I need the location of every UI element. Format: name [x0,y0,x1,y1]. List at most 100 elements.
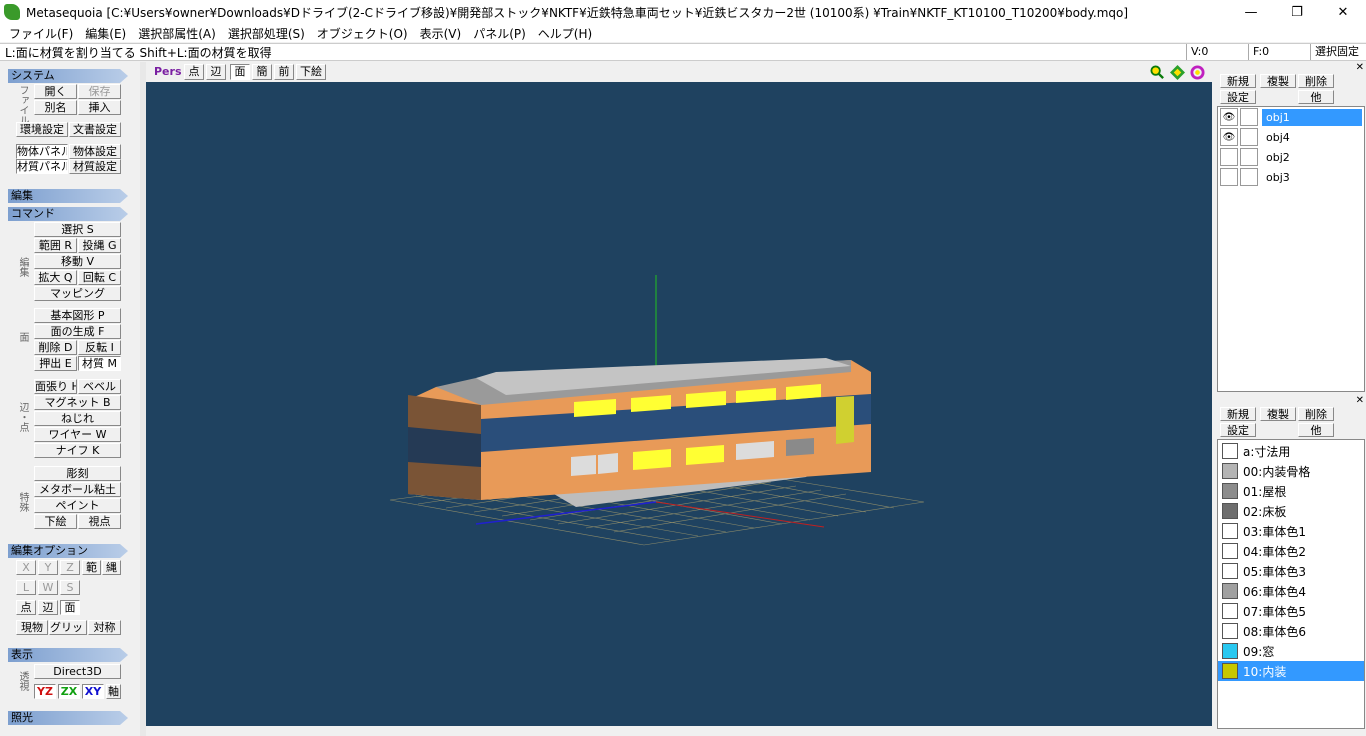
object-copy-button[interactable]: 複製 [1260,74,1296,88]
visibility-checkbox[interactable] [1220,168,1238,186]
open-button[interactable]: 開く [34,84,77,99]
view-zx-button[interactable]: ZX [58,684,80,699]
save-button[interactable]: 保存 [78,84,121,99]
menu-selection-proc[interactable]: 選択部処理(S) [222,25,311,42]
delete-tool-button[interactable]: 削除 D [34,340,77,355]
env-settings-button[interactable]: 環境設定 [16,122,68,137]
menu-selection-attr[interactable]: 選択部属性(A) [132,25,222,42]
axis-button[interactable]: 軸 [106,684,121,699]
view-yz-button[interactable]: YZ [34,684,56,699]
paint-tool-button[interactable]: ペイント [34,498,121,513]
object-panel-close-icon[interactable]: ✕ [1356,62,1364,73]
flip-tool-button[interactable]: 反転 I [78,340,121,355]
edit-options-header[interactable]: 編集オプション [8,544,128,558]
material-new-button[interactable]: 新規 [1220,407,1256,421]
close-button[interactable]: ✕ [1320,0,1366,24]
option-face-button[interactable]: 面 [60,600,80,615]
material-delete-button[interactable]: 削除 [1298,407,1334,421]
lock-icon[interactable] [1240,168,1258,186]
material-other-button[interactable]: 他 [1298,423,1334,437]
material-panel-close-icon[interactable]: ✕ [1356,395,1364,406]
lock-y-button[interactable]: Y [38,560,58,575]
menu-edit[interactable]: 編集(E) [79,25,132,42]
display-simple-button[interactable]: 簡 [252,64,272,80]
viewpoint-tool-button[interactable]: 視点 [78,514,121,529]
option-grid-button[interactable]: グリッド [49,620,87,635]
primitive-tool-button[interactable]: 基本図形 P [34,308,121,323]
system-header[interactable]: システム [8,69,128,83]
edit-header[interactable]: 編集 [8,189,128,203]
object-other-button[interactable]: 他 [1298,90,1334,104]
select-tool-button[interactable]: 選択 S [34,222,121,237]
option-symmetry-button[interactable]: 対称 [88,620,121,635]
display-edge-button[interactable]: 辺 [206,64,226,80]
perspective-mode-label[interactable]: Pers [154,65,182,78]
magnet-tool-button[interactable]: マグネット B [34,395,121,410]
display-point-button[interactable]: 点 [184,64,204,80]
display-underlay-button[interactable]: 下絵 [296,64,326,80]
object-settings-button[interactable]: 物体設定 [69,144,121,159]
underlay-tool-button[interactable]: 下絵 [34,514,77,529]
twist-tool-button[interactable]: ねじれ [34,411,121,426]
option-edge-button[interactable]: 辺 [38,600,58,615]
direct3d-button[interactable]: Direct3D [34,664,121,679]
material-row[interactable]: 10:内装 [1218,661,1364,681]
minimize-button[interactable]: — [1228,0,1274,24]
scene-canvas[interactable] [146,82,1212,726]
mapping-tool-button[interactable]: マッピング [34,286,121,301]
sculpt-tool-button[interactable]: 彫刻 [34,466,121,481]
option-point-button[interactable]: 点 [16,600,36,615]
rotate-icon[interactable] [1190,65,1205,80]
eye-icon[interactable]: 👁 [1220,108,1238,126]
insert-button[interactable]: 挿入 [78,100,121,115]
scale-tool-button[interactable]: 拡大 Q [34,270,77,285]
bevel-tool-button[interactable]: ベベル [78,379,121,394]
wire-tool-button[interactable]: ワイヤー W [34,427,121,442]
material-copy-button[interactable]: 複製 [1260,407,1296,421]
material-row[interactable]: a:寸法用 [1218,441,1364,461]
option-current-button[interactable]: 現物 [16,620,48,635]
display-header[interactable]: 表示 [8,648,128,662]
range-tool-button[interactable]: 範囲 R [34,238,77,253]
lock-icon[interactable] [1240,128,1258,146]
object-row[interactable]: 👁 obj4 [1218,127,1364,147]
material-panel-button[interactable]: 材質パネル [16,159,68,174]
face-gen-tool-button[interactable]: 面の生成 F [34,324,121,339]
face-stretch-tool-button[interactable]: 面張り H [34,379,77,394]
material-row[interactable]: 01:屋根 [1218,481,1364,501]
menu-view[interactable]: 表示(V) [414,25,468,42]
option-lasso-button[interactable]: 縄 [102,560,121,575]
material-tool-button[interactable]: 材質 M [78,356,121,371]
lock-icon[interactable] [1240,148,1258,166]
rotate-tool-button[interactable]: 回転 C [78,270,121,285]
material-row[interactable]: 08:車体色6 [1218,621,1364,641]
move-tool-button[interactable]: 移動 V [34,254,121,269]
lasso-tool-button[interactable]: 投縄 G [78,238,121,253]
selection-lock-button[interactable]: 選択固定 [1310,44,1366,60]
lock-z-button[interactable]: Z [60,560,80,575]
option-l-button[interactable]: L [16,580,36,595]
material-row[interactable]: 00:内装骨格 [1218,461,1364,481]
object-settings-button[interactable]: 設定 [1220,90,1256,104]
material-row[interactable]: 09:窓 [1218,641,1364,661]
3d-viewport[interactable]: Pers 点 辺 面 簡 前 下絵 [146,62,1212,726]
display-front-button[interactable]: 前 [274,64,294,80]
option-w-button[interactable]: W [38,580,58,595]
zoom-icon[interactable] [1150,65,1165,80]
maximize-button[interactable]: ❐ [1274,0,1320,24]
material-row[interactable]: 04:車体色2 [1218,541,1364,561]
doc-settings-button[interactable]: 文書設定 [69,122,121,137]
menu-panel[interactable]: パネル(P) [467,25,532,42]
material-settings-button[interactable]: 材質設定 [69,159,121,174]
knife-tool-button[interactable]: ナイフ K [34,443,121,458]
material-row[interactable]: 03:車体色1 [1218,521,1364,541]
object-row[interactable]: obj2 [1218,147,1364,167]
view-xy-button[interactable]: XY [82,684,104,699]
lock-icon[interactable] [1240,108,1258,126]
extrude-tool-button[interactable]: 押出 E [34,356,77,371]
metaball-tool-button[interactable]: メタボール粘土 [34,482,121,497]
object-row[interactable]: 👁 obj1 [1218,107,1364,127]
object-delete-button[interactable]: 削除 [1298,74,1334,88]
menu-help[interactable]: ヘルプ(H) [532,25,598,42]
visibility-checkbox[interactable] [1220,148,1238,166]
